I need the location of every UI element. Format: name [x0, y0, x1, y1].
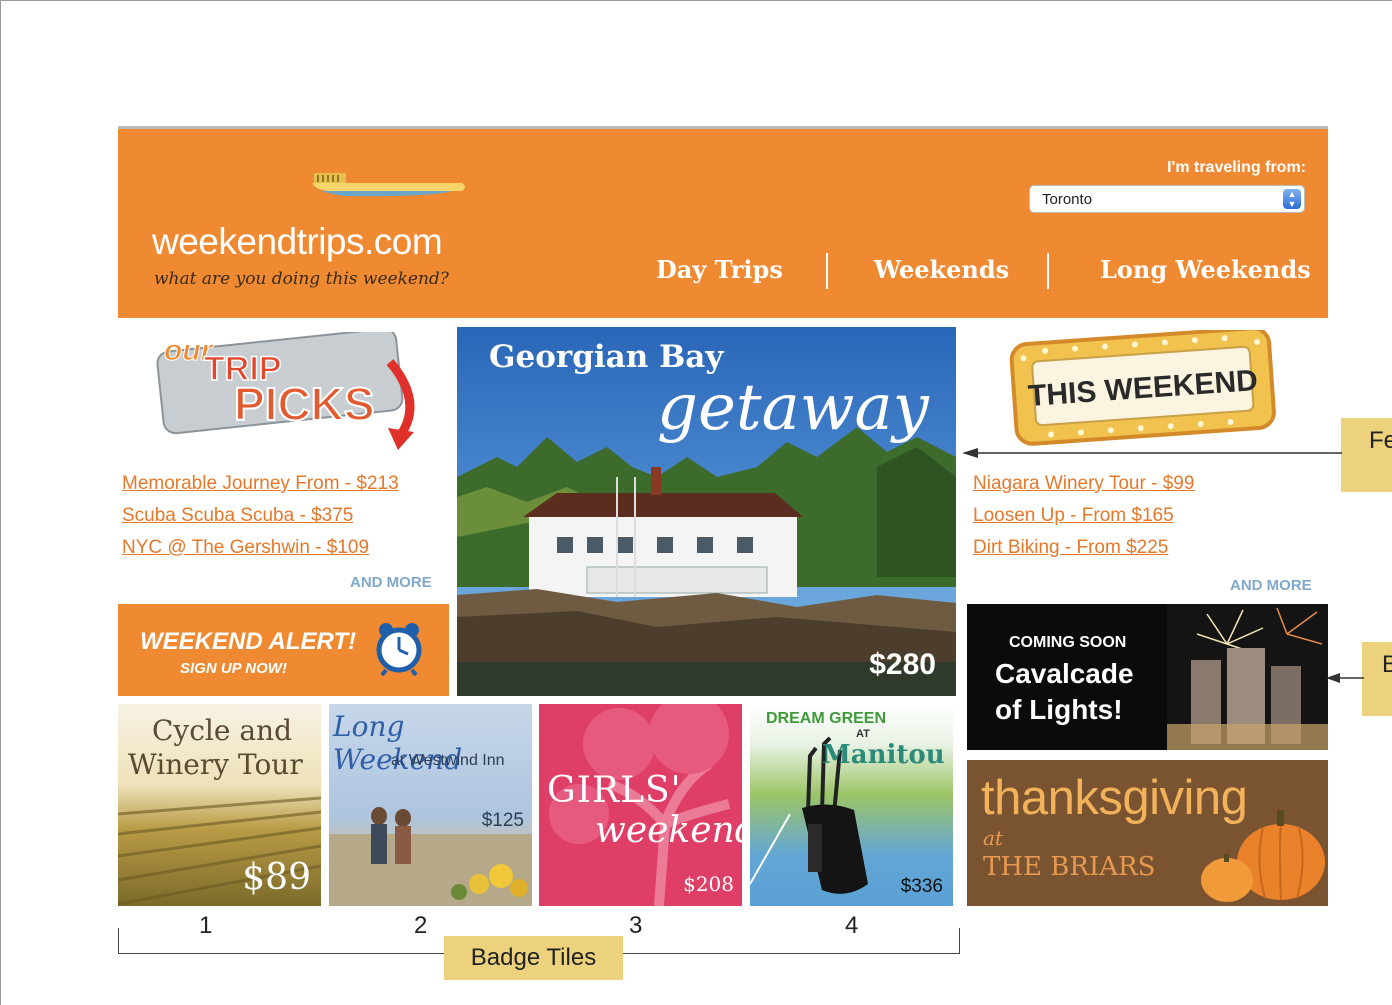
- tile-price: $336: [900, 876, 943, 897]
- trip-pick-link[interactable]: Memorable Journey From - $213: [122, 468, 399, 500]
- feature-georgian-bay[interactable]: Georgian Bay getaway $280: [457, 327, 956, 696]
- alarm-clock-icon: [376, 623, 422, 676]
- alert-title: WEEKEND ALERT!: [140, 628, 356, 655]
- trip-pick-link[interactable]: NYC @ The Gershwin - $109: [122, 532, 399, 564]
- thanksgiving-at: at: [983, 826, 1003, 850]
- select-arrows-icon: ▲ ▼: [1283, 189, 1301, 209]
- tile-title-green: GREEN: [829, 710, 887, 727]
- trip-picks-badge[interactable]: our TRIP PICKS: [152, 332, 422, 450]
- nav-weekends[interactable]: Weekends: [874, 255, 1009, 284]
- this-weekend-link[interactable]: Loosen Up - From $165: [973, 500, 1194, 532]
- badge-tile-long-weekend[interactable]: Long Weekend at Westwind Inn $125: [329, 704, 532, 906]
- nav-long-weekends[interactable]: Long Weekends: [1100, 255, 1311, 284]
- weekend-and-more-link[interactable]: AND MORE: [1230, 577, 1312, 594]
- site-header: weekendtrips.com what are you doing this…: [118, 126, 1328, 318]
- tile-title-line1: DREAM GREEN: [766, 710, 886, 728]
- fireworks-castle-image: [1167, 604, 1328, 750]
- tile-title-line2: Manitou: [822, 740, 945, 770]
- feature-price: $280: [869, 648, 936, 681]
- origin-select-value: Toronto: [1042, 191, 1093, 208]
- site-logo[interactable]: weekendtrips.com: [152, 221, 443, 263]
- tile-title-at: AT: [856, 728, 870, 740]
- tile-title-line1: Cycle and: [152, 714, 292, 747]
- this-weekend-link[interactable]: Dirt Biking - From $225: [973, 532, 1194, 564]
- trip-pick-link[interactable]: Scuba Scuba Scuba - $375: [122, 500, 399, 532]
- coming-soon-kicker: COMING SOON: [1009, 634, 1127, 651]
- this-weekend-badge[interactable]: THIS WEEKEND: [1008, 330, 1278, 448]
- tile-price: $89: [242, 857, 311, 898]
- badge-tile-cycle-winery[interactable]: Cycle and Winery Tour $89: [118, 704, 321, 906]
- toothbrush-logo-icon: [312, 173, 465, 197]
- feature-script-title: getaway: [657, 371, 929, 445]
- couple-beach-image: [329, 807, 532, 906]
- tile-title-dream: DREAM: [766, 710, 825, 727]
- feature-callout-arrow: [962, 448, 1342, 458]
- badge-tile-dream-green[interactable]: DREAM GREEN AT Manitou $336: [750, 704, 953, 906]
- badge-tile-girls-weekend[interactable]: GIRLS' weekend $208: [539, 704, 742, 906]
- badge-tiles-label: Badge Tiles: [444, 936, 623, 980]
- alert-subtitle: SIGN UP NOW!: [180, 660, 287, 677]
- this-weekend-links: Niagara Winery Tour - $99 Loosen Up - Fr…: [973, 468, 1194, 564]
- badge-callout-arrow: [1326, 673, 1364, 683]
- tile-title-line1: GIRLS': [547, 770, 682, 811]
- badge-callout-label: B: [1362, 642, 1392, 716]
- coming-soon-title-line1: Cavalcade: [995, 658, 1134, 689]
- tile-title-line2: at Westwind Inn: [391, 752, 505, 769]
- nav-divider: [1047, 253, 1049, 289]
- coming-soon-title-line2: of Lights!: [995, 694, 1123, 725]
- weekend-alert-banner[interactable]: WEEKEND ALERT! SIGN UP NOW!: [118, 604, 449, 696]
- feature-title: Georgian Bay: [489, 339, 724, 375]
- coming-soon-banner[interactable]: COMING SOON Cavalcade of Lights!: [967, 604, 1328, 750]
- site-tagline: what are you doing this weekend?: [154, 269, 449, 289]
- origin-select[interactable]: Toronto ▲ ▼: [1029, 185, 1305, 213]
- tile-price: $125: [481, 810, 524, 831]
- thanksgiving-banner[interactable]: thanksgiving at THE BRIARS: [967, 760, 1328, 906]
- nav-divider: [826, 253, 828, 289]
- tile-title-line2: weekend: [595, 810, 742, 851]
- thanksgiving-title: thanksgiving: [981, 771, 1248, 825]
- site: weekendtrips.com what are you doing this…: [118, 126, 1328, 908]
- nav-day-trips[interactable]: Day Trips: [656, 255, 783, 284]
- svg-text:PICKS: PICKS: [234, 378, 375, 430]
- tile-price: $208: [683, 872, 734, 896]
- thanksgiving-venue: THE BRIARS: [983, 852, 1156, 882]
- picks-and-more-link[interactable]: AND MORE: [350, 574, 432, 591]
- origin-label: I'm traveling from:: [1167, 159, 1306, 176]
- this-weekend-link[interactable]: Niagara Winery Tour - $99: [973, 468, 1194, 500]
- coming-soon-title: Cavalcade of Lights!: [995, 656, 1134, 728]
- trip-picks-links: Memorable Journey From - $213 Scuba Scub…: [122, 468, 399, 564]
- feature-callout-label: Fe: [1341, 418, 1392, 492]
- tile-title-line2: Winery Tour: [128, 748, 303, 781]
